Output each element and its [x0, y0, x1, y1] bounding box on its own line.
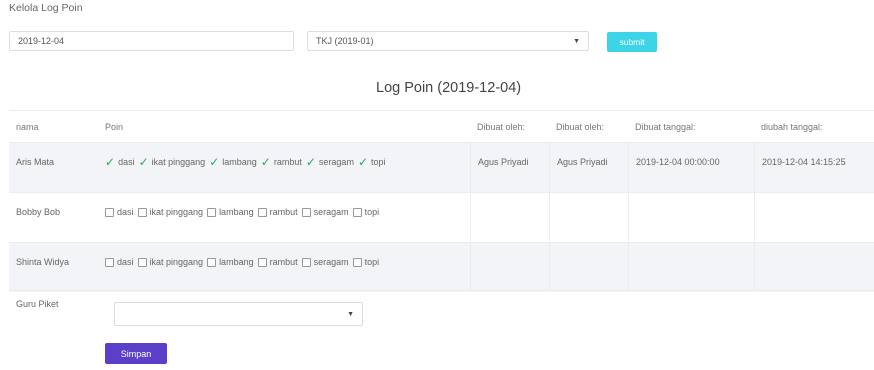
- poin-item[interactable]: ikat pinggang: [137, 207, 204, 217]
- header-poin: Poin: [105, 121, 124, 132]
- poin-item[interactable]: ✓ ikat pinggang: [139, 156, 206, 168]
- row-name: Bobby Bob: [16, 207, 61, 217]
- check-icon[interactable]: ✓: [358, 156, 368, 168]
- row-created-by: [470, 243, 549, 292]
- row-updated-date: [754, 243, 874, 292]
- guru-piket-label: Guru Piket: [16, 299, 59, 309]
- poin-item-label: ikat pinggang: [151, 157, 206, 167]
- header-updated-date: diubah tanggal:: [761, 121, 823, 132]
- table-row: Shinta Widya dasi ikat pinggang lambang ramb…: [9, 242, 874, 292]
- row-created-by: Agus Priyadi: [470, 143, 549, 192]
- poin-item-label: lambang: [219, 257, 254, 267]
- poin-item-label: rambut: [273, 157, 302, 167]
- poin-item-label: lambang: [222, 157, 257, 167]
- poin-item-label: dasi: [117, 257, 134, 267]
- poin-item[interactable]: ✓ rambut: [261, 156, 302, 168]
- row-created-by-2: Agus Priyadi: [549, 143, 628, 192]
- poin-item[interactable]: lambang: [207, 207, 254, 217]
- class-select-value: TKJ (2019-01): [316, 36, 374, 46]
- check-icon[interactable]: ✓: [261, 156, 271, 168]
- header-created-by: Dibuat oleh:: [477, 121, 526, 132]
- checkbox[interactable]: [137, 257, 147, 267]
- checkbox[interactable]: [257, 207, 267, 217]
- poin-item[interactable]: dasi: [105, 207, 134, 217]
- check-icon[interactable]: ✓: [105, 156, 115, 168]
- poin-item-label: seragam: [318, 157, 354, 167]
- poin-item[interactable]: ✓ seragam: [306, 156, 354, 168]
- save-button[interactable]: Simpan: [105, 343, 167, 364]
- check-icon[interactable]: ✓: [209, 156, 219, 168]
- poin-item[interactable]: dasi: [105, 257, 134, 267]
- header-name: nama: [16, 121, 39, 132]
- row-created-by: [470, 193, 549, 242]
- checkbox[interactable]: [352, 257, 362, 267]
- checkbox[interactable]: [301, 207, 311, 217]
- row-poin-items: ✓ dasi ✓ ikat pinggang ✓ lambang ✓ rambut ✓ serag…: [98, 143, 470, 192]
- date-input[interactable]: 2019-12-04: [9, 31, 294, 51]
- row-created-date: [628, 243, 754, 292]
- chevron-down-icon: ▼: [573, 37, 580, 45]
- footer-area: Guru Piket ▼ Simpan: [9, 290, 874, 370]
- poin-item-label: seragam: [313, 207, 349, 217]
- header-created-by-2: Dibuat oleh:: [556, 121, 605, 132]
- checkbox[interactable]: [207, 257, 217, 267]
- row-poin-items: dasi ikat pinggang lambang rambut seragam top…: [98, 243, 470, 292]
- poin-item[interactable]: seragam: [301, 257, 349, 267]
- submit-button[interactable]: submit: [607, 32, 657, 52]
- guru-piket-select[interactable]: ▼: [114, 302, 363, 326]
- poin-item[interactable]: ✓ dasi: [105, 156, 135, 168]
- poin-item-label: ikat pinggang: [149, 207, 204, 217]
- poin-item[interactable]: rambut: [257, 207, 298, 217]
- checkbox[interactable]: [207, 207, 217, 217]
- poin-item-label: ikat pinggang: [149, 257, 204, 267]
- class-select[interactable]: TKJ (2019-01) ▼: [307, 31, 589, 51]
- chevron-down-icon: ▼: [347, 310, 354, 318]
- poin-item[interactable]: ✓ lambang: [209, 156, 257, 168]
- log-table: nama Poin Dibuat oleh: Dibuat oleh: Dibu…: [9, 110, 874, 292]
- poin-item-label: rambut: [269, 207, 298, 217]
- poin-item[interactable]: ikat pinggang: [137, 257, 204, 267]
- row-created-date: [628, 193, 754, 242]
- checkbox[interactable]: [137, 207, 147, 217]
- row-poin-items: dasi ikat pinggang lambang rambut seragam top…: [98, 193, 470, 242]
- date-input-value: 2019-12-04: [18, 36, 65, 46]
- poin-item[interactable]: topi: [352, 207, 380, 217]
- checkbox[interactable]: [257, 257, 267, 267]
- table-body: Aris Mata ✓ dasi ✓ ikat pinggang ✓ lambang ✓ ram…: [9, 142, 874, 292]
- row-name: Shinta Widya: [16, 257, 70, 267]
- poin-item-label: topi: [364, 207, 380, 217]
- row-updated-date: 2019-12-04 14:15:25: [754, 143, 874, 192]
- row-created-by-2: [549, 193, 628, 242]
- check-icon[interactable]: ✓: [306, 156, 316, 168]
- poin-item[interactable]: rambut: [257, 257, 298, 267]
- table-header-row: nama Poin Dibuat oleh: Dibuat oleh: Dibu…: [9, 110, 874, 142]
- poin-item-label: seragam: [313, 257, 349, 267]
- row-created-date: 2019-12-04 00:00:00: [628, 143, 754, 192]
- table-row: Bobby Bob dasi ikat pinggang lambang rambut s…: [9, 192, 874, 242]
- poin-item[interactable]: lambang: [207, 257, 254, 267]
- header-created-date: Dibuat tanggal:: [635, 121, 696, 132]
- checkbox[interactable]: [352, 207, 362, 217]
- row-created-by-2: [549, 243, 628, 292]
- checkbox[interactable]: [301, 257, 311, 267]
- poin-item-label: dasi: [118, 157, 135, 167]
- row-updated-date: [754, 193, 874, 242]
- poin-item-label: topi: [364, 257, 380, 267]
- poin-item[interactable]: topi: [352, 257, 380, 267]
- poin-item[interactable]: ✓ topi: [358, 156, 386, 168]
- poin-item-label: dasi: [117, 207, 134, 217]
- poin-item-label: rambut: [269, 257, 298, 267]
- poin-item-label: lambang: [219, 207, 254, 217]
- page-title: Kelola Log Poin: [9, 2, 83, 14]
- row-name: Aris Mata: [16, 157, 55, 167]
- table-title: Log Poin (2019-12-04): [376, 80, 522, 96]
- poin-item-label: topi: [371, 157, 386, 167]
- table-row: Aris Mata ✓ dasi ✓ ikat pinggang ✓ lambang ✓ ram…: [9, 142, 874, 192]
- checkbox[interactable]: [105, 257, 114, 267]
- check-icon[interactable]: ✓: [139, 156, 149, 168]
- checkbox[interactable]: [105, 207, 114, 217]
- poin-item[interactable]: seragam: [301, 207, 349, 217]
